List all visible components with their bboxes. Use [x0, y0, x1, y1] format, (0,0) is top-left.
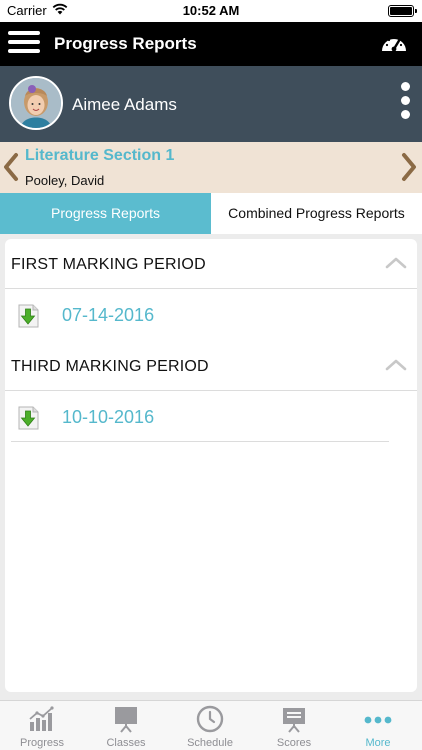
more-dots-icon	[364, 716, 392, 724]
section-title: THIRD MARKING PERIOD	[11, 358, 209, 375]
tab-progress[interactable]: Progress	[0, 701, 84, 750]
bar-chart-icon	[29, 706, 54, 731]
clock-icon	[196, 705, 224, 733]
student-header: Aimee Adams	[0, 66, 422, 142]
hamburger-menu-icon[interactable]	[8, 31, 40, 57]
reports-list: FIRST MARKING PERIOD 07-14-2016 THIRD MA…	[5, 239, 417, 692]
download-document-icon	[18, 304, 39, 328]
scoreboard-icon	[283, 708, 305, 733]
navbar: Progress Reports	[0, 22, 422, 66]
bottom-tab-bar: Progress Classes Schedule Scores More	[0, 700, 422, 750]
report-row[interactable]: 10-10-2016	[5, 392, 417, 442]
download-document-icon	[18, 406, 39, 430]
tab-more[interactable]: More	[336, 701, 420, 750]
tab-scores[interactable]: Scores	[252, 701, 336, 750]
tab-progress-reports[interactable]: Progress Reports	[0, 193, 211, 234]
chevron-up-icon[interactable]	[385, 257, 407, 269]
tab-combined-progress-reports[interactable]: Combined Progress Reports	[211, 193, 422, 234]
tab-label: Scores	[276, 737, 312, 749]
report-type-tabs: Progress Reports Combined Progress Repor…	[0, 193, 422, 234]
report-row[interactable]: 07-14-2016	[5, 290, 417, 340]
tab-label: Progress	[19, 737, 65, 749]
easel-icon	[115, 707, 137, 733]
tab-label: Classes	[106, 737, 146, 749]
page-title: Progress Reports	[54, 34, 197, 53]
tab-label: Schedule	[187, 737, 233, 749]
clock-time: 10:52 AM	[182, 3, 240, 18]
report-date-link[interactable]: 10-10-2016	[62, 407, 154, 428]
tab-classes[interactable]: Classes	[84, 701, 168, 750]
tab-label: More	[365, 737, 391, 749]
next-class-chevron-icon[interactable]	[400, 152, 418, 182]
teacher-name: Pooley, David	[25, 173, 105, 188]
status-bar: Carrier 10:52 AM	[0, 0, 422, 22]
more-options-icon[interactable]	[398, 82, 412, 126]
tab-schedule[interactable]: Schedule	[168, 701, 252, 750]
avatar-photo	[11, 78, 61, 128]
section-title: FIRST MARKING PERIOD	[11, 256, 206, 273]
previous-class-chevron-icon[interactable]	[2, 152, 20, 182]
section-header-first-marking-period[interactable]: FIRST MARKING PERIOD	[5, 239, 417, 289]
report-date-link[interactable]: 07-14-2016	[62, 305, 154, 326]
class-name: Literature Section 1	[25, 147, 175, 164]
class-selector: Literature Section 1 Pooley, David	[0, 142, 422, 193]
student-avatar[interactable]	[9, 76, 63, 130]
section-header-third-marking-period[interactable]: THIRD MARKING PERIOD	[5, 341, 417, 391]
chevron-up-icon[interactable]	[385, 359, 407, 371]
student-name: Aimee Adams	[72, 95, 177, 114]
battery-icon	[388, 5, 417, 17]
dashboard-gauge-icon[interactable]	[380, 31, 408, 55]
